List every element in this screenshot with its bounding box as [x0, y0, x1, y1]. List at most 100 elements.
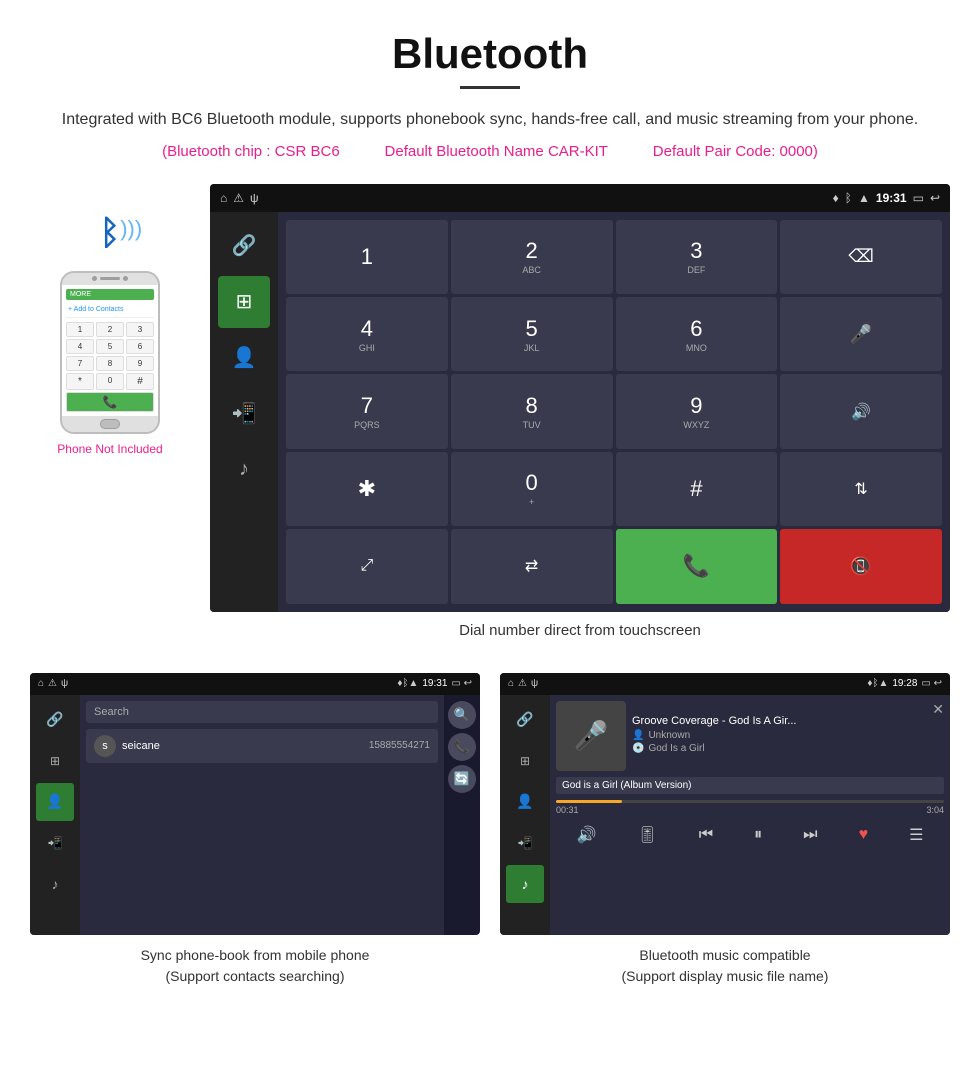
music-header: 🎤 Groove Coverage - God Is A Gir... 👤 Un… — [556, 701, 944, 771]
phone-speaker — [100, 277, 120, 280]
favorite-btn[interactable]: ♥ — [859, 826, 869, 844]
dial-key-7[interactable]: 7PQRS — [286, 374, 448, 448]
music-close-btn[interactable]: ✕ — [932, 701, 944, 718]
phone-key-3[interactable]: 3 — [126, 322, 154, 337]
phone-key-2[interactable]: 2 — [96, 322, 124, 337]
dial-key-end[interactable]: 📵 — [780, 529, 942, 603]
spec-chip: (Bluetooth chip : CSR BC6 — [162, 143, 340, 160]
prev-btn[interactable]: ⏮ — [699, 826, 713, 844]
music-caption-line2: (Support display music file name) — [622, 968, 829, 984]
search-bar[interactable]: Search — [86, 701, 438, 723]
mu-nav-contacts[interactable]: 👤 — [506, 783, 544, 821]
contact-name: seicane — [122, 740, 363, 752]
contact-row[interactable]: s seicane 15885554271 — [86, 729, 438, 763]
pb-call-btn[interactable]: 📞 — [448, 733, 476, 761]
music-meta-unknown: 👤 Unknown — [632, 730, 926, 741]
title-underline — [460, 86, 520, 89]
phonebook-caption: Sync phone-book from mobile phone (Suppo… — [141, 945, 370, 987]
pb-refresh-btn[interactable]: 🔄 — [448, 765, 476, 793]
pb-nav-contacts[interactable]: 👤 — [36, 783, 74, 821]
progress-times: 00:31 3:04 — [556, 805, 944, 815]
progress-current: 00:31 — [556, 805, 579, 815]
mu-nav-calls[interactable]: 📲 — [506, 824, 544, 862]
dial-key-5[interactable]: 5JKL — [451, 297, 613, 371]
pb-time: 19:31 — [422, 678, 447, 689]
nav-music-icon[interactable]: ♪ — [218, 444, 270, 496]
dial-key-8[interactable]: 8TUV — [451, 374, 613, 448]
nav-dialpad-icon[interactable]: ⊞ — [218, 276, 270, 328]
nav-contacts-icon[interactable]: 👤 — [218, 332, 270, 384]
music-screen: ⌂ ⚠ ψ ♦ᛒ▲ 19:28 ▭ ↩ 🔗 ⊞ 👤 📲 ♪ — [500, 673, 950, 935]
phone-key-hash[interactable]: # — [126, 373, 154, 390]
phone-key-6[interactable]: 6 — [126, 339, 154, 354]
pb-nav-calls[interactable]: 📲 — [36, 824, 74, 862]
pb-nav-music[interactable]: ♪ — [36, 865, 74, 903]
phone-key-4[interactable]: 4 — [66, 339, 94, 354]
phonebook-caption-line2: (Support contacts searching) — [166, 968, 345, 984]
album-icon: 💿 — [632, 743, 644, 754]
play-pause-btn[interactable]: ⏸ — [754, 826, 762, 844]
progress-track[interactable] — [556, 800, 944, 803]
music-meta2: God Is a Girl — [648, 743, 704, 754]
dial-key-1[interactable]: 1 — [286, 220, 448, 294]
dial-key-volume[interactable]: 🔊 — [780, 374, 942, 448]
dial-key-6[interactable]: 6MNO — [616, 297, 778, 371]
dial-key-mute[interactable]: 🎤 — [780, 297, 942, 371]
volume-btn[interactable]: 🔊 — [577, 825, 597, 845]
equalizer-btn[interactable]: 🎚 — [637, 825, 657, 845]
dial-key-4[interactable]: 4GHI — [286, 297, 448, 371]
phone-key-star[interactable]: * — [66, 373, 94, 390]
dial-key-0[interactable]: 0+ — [451, 452, 613, 526]
status-left: ⌂ ⚠ ψ — [220, 191, 259, 205]
bluetooth-icon-area: ᛒ ))) — [100, 214, 120, 253]
pb-nav-dialpad[interactable]: ⊞ — [36, 742, 74, 780]
next-btn[interactable]: ⏭ — [803, 826, 817, 844]
mu-usb-icon: ψ — [531, 678, 538, 689]
dial-key-9[interactable]: 9WXYZ — [616, 374, 778, 448]
nav-calls-icon[interactable]: 📲 — [218, 388, 270, 440]
dial-key-call[interactable]: 📞 — [616, 529, 778, 603]
phone-top-bar — [62, 273, 158, 285]
pb-search-btn[interactable]: 🔍 — [448, 701, 476, 729]
dial-key-2[interactable]: 2ABC — [451, 220, 613, 294]
mu-sidenav: 🔗 ⊞ 👤 📲 ♪ — [500, 695, 550, 935]
phone-key-1[interactable]: 1 — [66, 322, 94, 337]
phone-key-5[interactable]: 5 — [96, 339, 124, 354]
mu-nav-chain[interactable]: 🔗 — [506, 701, 544, 739]
phone-key-7[interactable]: 7 — [66, 356, 94, 371]
nav-chain-icon[interactable]: 🔗 — [218, 220, 270, 272]
phone-keypad: 1 2 3 4 5 6 7 8 9 * 0 # 📞 — [66, 322, 154, 412]
pb-bt-icon: ♦ᛒ▲ — [397, 678, 418, 689]
dial-key-transfer[interactable]: ⇄ — [451, 529, 613, 603]
specs-line: (Bluetooth chip : CSR BC6 Default Blueto… — [60, 143, 920, 160]
spec-code: Default Pair Code: 0000) — [653, 143, 818, 160]
mu-nav-dialpad[interactable]: ⊞ — [506, 742, 544, 780]
phone-key-call[interactable]: 📞 — [66, 392, 154, 412]
phone-key-9[interactable]: 9 — [126, 356, 154, 371]
dial-key-hash[interactable]: # — [616, 452, 778, 526]
phone-home-button[interactable] — [100, 419, 120, 429]
playlist-btn[interactable]: ☰ — [909, 825, 923, 845]
mu-warning-icon: ⚠ — [518, 678, 527, 689]
bottom-screenshots: ⌂ ⚠ ψ ♦ᛒ▲ 19:31 ▭ ↩ 🔗 ⊞ 👤 📲 ♪ — [0, 663, 980, 1007]
phonebook-section: ⌂ ⚠ ψ ♦ᛒ▲ 19:31 ▭ ↩ 🔗 ⊞ 👤 📲 ♪ — [30, 673, 480, 987]
phone-key-8[interactable]: 8 — [96, 356, 124, 371]
phone-key-0[interactable]: 0 — [96, 373, 124, 390]
music-time: 19:28 — [892, 678, 917, 689]
back-icon[interactable]: ↩ — [930, 191, 940, 205]
dial-key-3[interactable]: 3DEF — [616, 220, 778, 294]
phonebook-caption-line1: Sync phone-book from mobile phone — [141, 947, 370, 963]
home-icon: ⌂ — [220, 191, 227, 205]
dial-key-backspace[interactable]: ⌫ — [780, 220, 942, 294]
bluetooth-status-icon: ᛒ — [845, 191, 852, 205]
phone-bottom-bar — [62, 416, 158, 432]
phonebook-status-bar: ⌂ ⚠ ψ ♦ᛒ▲ 19:31 ▭ ↩ — [30, 673, 480, 695]
dial-key-star[interactable]: ✱ — [286, 452, 448, 526]
music-controls: 🔊 🎚 ⏮ ⏸ ⏭ ♥ ☰ — [556, 821, 944, 849]
mu-nav-music[interactable]: ♪ — [506, 865, 544, 903]
pb-nav-chain[interactable]: 🔗 — [36, 701, 74, 739]
dial-key-merge[interactable]: ⤢ — [286, 529, 448, 603]
dial-key-swap[interactable]: ⇅ — [780, 452, 942, 526]
progress-fill — [556, 800, 622, 803]
car-side-nav: 🔗 ⊞ 👤 📲 ♪ — [210, 212, 278, 612]
